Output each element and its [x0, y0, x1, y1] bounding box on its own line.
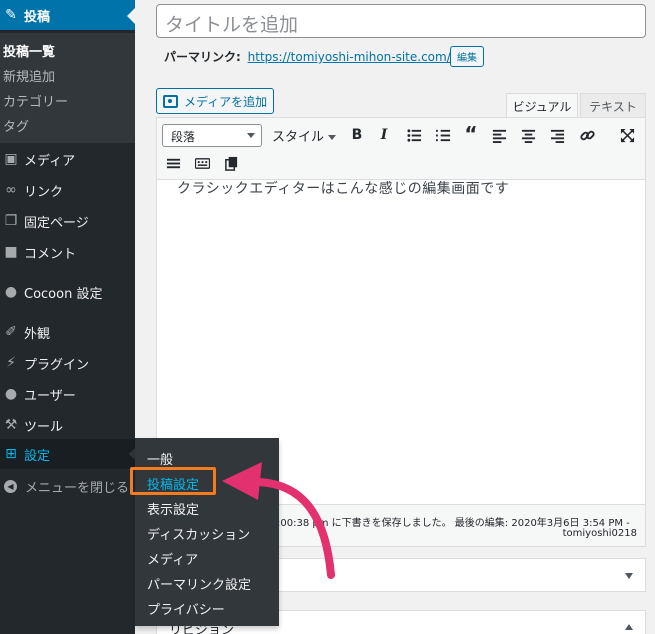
blockquote-icon[interactable]: “	[460, 122, 482, 146]
align-center-icon[interactable]	[517, 124, 539, 146]
menu-comments-label: コメント	[24, 246, 77, 262]
menu-plugins-label: プラグイン	[24, 357, 90, 373]
align-left-icon[interactable]	[488, 124, 510, 146]
link-icon: ∞	[5, 182, 17, 198]
plugin-icon: ⚡	[6, 355, 16, 371]
permalink-label: パーマリンク:	[164, 50, 241, 64]
chevron-down-icon[interactable]	[625, 573, 633, 579]
brush-icon: ✐	[5, 324, 17, 340]
collapse-menu-label: メニューを閉じる	[25, 480, 130, 496]
menu-settings-label: 設定	[24, 448, 51, 464]
media-icon: ▣	[4, 151, 18, 167]
paste-text-icon[interactable]	[220, 152, 242, 174]
editor-content[interactable]: クラシックエディターはこんな感じの編集画面です	[177, 178, 509, 198]
menu-appearance-label: 外観	[24, 326, 51, 342]
menu-posts-label: 投稿	[24, 9, 51, 25]
menu-media-label: メディア	[24, 153, 76, 169]
menu-pages-label: 固定ページ	[24, 215, 89, 231]
menu-pages[interactable]: ❐ 固定ページ	[0, 206, 135, 236]
numbered-list-icon[interactable]	[432, 124, 454, 146]
keyboard-icon[interactable]	[191, 152, 213, 174]
style-dropdown[interactable]: スタイル	[272, 126, 337, 145]
menu-cocoon-label: Cocoon 設定	[24, 286, 103, 302]
title-placeholder: タイトルを追加	[165, 14, 299, 36]
post-title-input[interactable]: タイトルを追加	[156, 4, 646, 38]
bold-icon[interactable]: B	[346, 124, 368, 146]
chevron-up-icon[interactable]	[625, 624, 633, 630]
link-icon[interactable]	[576, 124, 598, 146]
menu-links[interactable]: ∞ リンク	[0, 175, 135, 205]
menu-comments[interactable]: ■ コメント	[0, 237, 135, 267]
tab-text[interactable]: テキスト	[580, 93, 646, 118]
user-icon: ●	[4, 386, 18, 402]
submenu-tags[interactable]: タグ	[3, 116, 29, 135]
style-dropdown-label: スタイル	[272, 130, 325, 145]
settings-icon: ⊞	[5, 446, 17, 462]
fullscreen-icon[interactable]	[616, 124, 638, 146]
menu-cocoon[interactable]: ● Cocoon 設定	[0, 277, 135, 307]
collapse-left-icon: ◀	[4, 479, 17, 493]
menu-settings[interactable]: ⊞ 設定	[0, 439, 136, 469]
draft-saved-status: :00:38 pm に下書きを保存しました。 最後の編集: 2020年3月6日 …	[277, 518, 630, 529]
flyout-media[interactable]: メディア	[147, 549, 198, 568]
submenu-categories[interactable]: カテゴリー	[3, 91, 68, 110]
horizontal-line-icon[interactable]	[162, 152, 184, 174]
pages-icon: ❐	[4, 213, 18, 229]
permalink-edit-button[interactable]: 編集	[450, 46, 484, 67]
highlight-box	[130, 467, 216, 495]
add-media-label: メディアを追加	[184, 94, 268, 109]
menu-media[interactable]: ▣ メディア	[0, 144, 135, 174]
permalink-row: パーマリンク: https://tomiyoshi-mihon-site.com…	[164, 48, 482, 65]
tab-visual[interactable]: ビジュアル	[506, 93, 578, 118]
submenu-add-new[interactable]: 新規追加	[3, 66, 55, 85]
editor-toolbar: 段落 スタイル B I “	[157, 118, 645, 180]
align-right-icon[interactable]	[546, 124, 568, 146]
submenu-all-posts[interactable]: 投稿一覧	[3, 41, 55, 60]
menu-users[interactable]: ● ユーザー	[0, 379, 135, 409]
menu-links-label: リンク	[24, 184, 64, 200]
menu-appearance[interactable]: ✐ 外観	[0, 317, 135, 347]
cocoon-icon: ●	[4, 284, 18, 300]
flyout-reading[interactable]: 表示設定	[147, 499, 199, 518]
menu-tools-label: ツール	[24, 419, 64, 435]
italic-icon[interactable]: I	[373, 124, 395, 146]
bullet-list-icon[interactable]	[403, 124, 425, 146]
permalink-url[interactable]: https://tomiyoshi-mihon-site.com/12-2/	[248, 50, 482, 64]
last-edited-user: tomiyoshi0218	[562, 528, 637, 539]
chevron-down-icon	[247, 133, 255, 138]
admin-sidebar: ✎ 投稿 投稿一覧 新規追加 カテゴリー タグ ▣ メディア ∞ リンク ❐ 固…	[0, 0, 136, 634]
menu-plugins[interactable]: ⚡ プラグイン	[0, 348, 135, 378]
comment-icon: ■	[4, 244, 18, 260]
menu-tools[interactable]: ⚒ ツール	[0, 410, 135, 440]
add-media-button[interactable]: メディアを追加	[156, 88, 274, 114]
menu-users-label: ユーザー	[24, 388, 76, 404]
format-select[interactable]: 段落	[162, 124, 262, 147]
flyout-discussion[interactable]: ディスカッション	[147, 524, 250, 543]
format-select-value: 段落	[171, 130, 196, 144]
collapse-menu-button[interactable]: ◀ メニューを閉じる	[0, 473, 135, 499]
flyout-general[interactable]: 一般	[147, 449, 173, 468]
wrench-icon: ⚒	[4, 417, 18, 433]
add-media-icon	[163, 94, 178, 108]
active-arrow-icon	[127, 8, 135, 24]
pushpin-icon: ✎	[5, 7, 17, 23]
menu-posts[interactable]: ✎ 投稿	[0, 0, 135, 30]
flyout-privacy[interactable]: プライバシー	[147, 599, 225, 618]
flyout-permalinks[interactable]: パーマリンク設定	[147, 574, 251, 593]
chevron-down-icon	[328, 135, 337, 140]
